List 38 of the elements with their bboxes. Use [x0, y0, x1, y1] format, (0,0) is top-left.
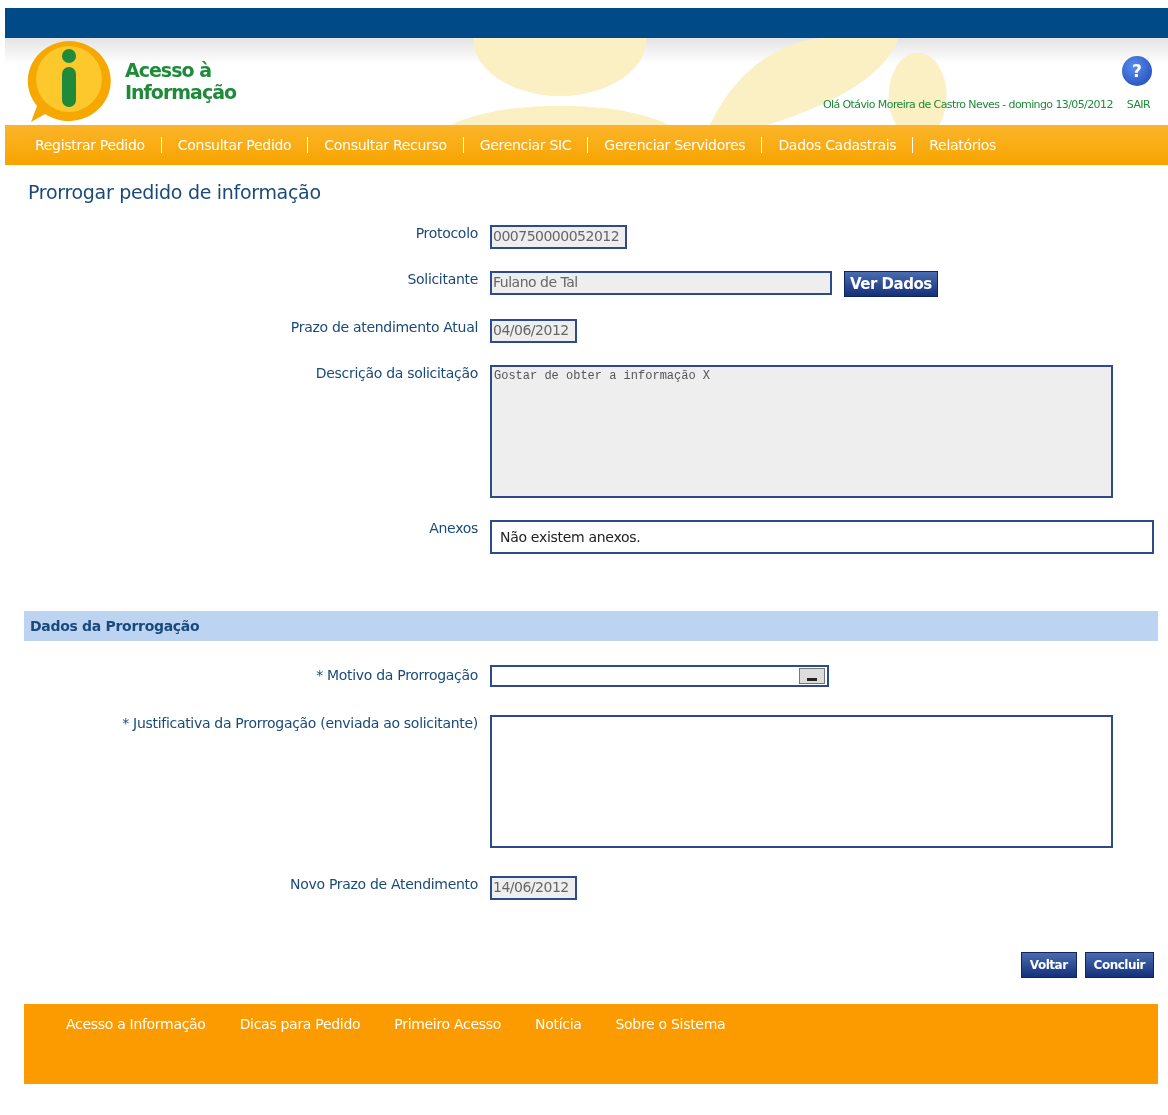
field-label: Novo Prazo de Atendimento — [289, 876, 478, 892]
dropdown-field[interactable] — [490, 665, 829, 687]
field-label: * Motivo da Prorrogação — [315, 667, 478, 683]
nav-link[interactable]: Registrar Pedido — [35, 137, 145, 153]
view-data-button[interactable]: Ver Dados — [844, 271, 938, 297]
page-title: Prorrogar pedido de informação — [28, 181, 322, 203]
input-field[interactable]: 04/06/2012 — [490, 319, 577, 343]
nav-link[interactable]: Consultar Pedido — [177, 137, 292, 153]
input-field[interactable]: Fulano de Tal — [490, 271, 832, 295]
logout-link[interactable]: SAIR — [1126, 98, 1150, 111]
input-field[interactable]: 000750000052012 — [490, 225, 628, 249]
action-button[interactable]: Concluir — [1084, 952, 1154, 978]
logo-text: Acesso à — [125, 59, 212, 81]
nav-link[interactable]: Gerenciar SIC — [479, 137, 572, 153]
field-label: Descrição da solicitação — [314, 365, 478, 381]
footer-link[interactable]: Sobre o Sistema — [615, 1016, 726, 1032]
text-area[interactable] — [490, 715, 1113, 848]
help-button[interactable]: ? — [1122, 56, 1152, 86]
logo-text: Informação — [125, 81, 237, 103]
nav-link[interactable]: Consultar Recurso — [324, 137, 447, 153]
info-logo-icon — [25, 39, 113, 123]
section-header: Dados da Prorrogação — [24, 611, 1158, 641]
nav-link[interactable]: Dados Cadastrais — [778, 137, 897, 153]
greeting-text: Olá Otávio Moreira de Castro Neves - domingo 13/05/2012 — [823, 98, 1113, 111]
attachments-text: Não existem anexos. — [490, 520, 1154, 554]
action-button[interactable]: Voltar — [1020, 952, 1077, 978]
field-label: Protocolo — [414, 225, 478, 241]
footer-link[interactable]: Notícia — [535, 1016, 582, 1032]
footer-link[interactable]: Dicas para Pedido — [239, 1016, 361, 1032]
field-label: * Justificativa da Prorrogação (enviada ao solicitante) — [121, 715, 478, 731]
input-field[interactable]: 14/06/2012 — [490, 876, 577, 900]
field-label: Solicitante — [406, 271, 478, 287]
footer-link[interactable]: Acesso a Informação — [66, 1016, 206, 1032]
footer-link[interactable]: Primeiro Acesso — [394, 1016, 502, 1032]
nav-link[interactable]: Gerenciar Servidores — [604, 137, 746, 153]
nav-link[interactable]: Relatórios — [929, 137, 996, 153]
field-label: Anexos — [428, 520, 478, 536]
field-label: Prazo de atendimento Atual — [289, 319, 478, 335]
